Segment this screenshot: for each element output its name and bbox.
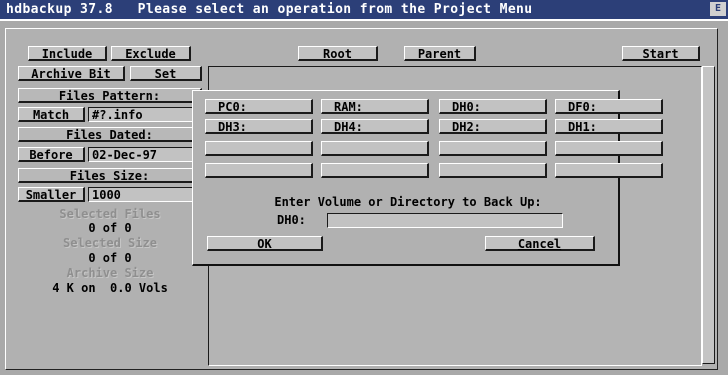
archive-bit-button[interactable]: Archive Bit: [18, 66, 125, 81]
cancel-button[interactable]: Cancel: [485, 236, 595, 251]
selected-files-value: 0 of 0: [88, 221, 132, 235]
set-button[interactable]: Set: [130, 66, 202, 81]
volume-button-empty[interactable]: [555, 163, 663, 178]
window-title: hdbackup 37.8 Please select an operation…: [6, 2, 533, 17]
volume-button-dh4[interactable]: DH4:: [321, 119, 429, 134]
volume-button-dh3[interactable]: DH3:: [205, 119, 313, 134]
dialog-prompt: Enter Volume or Directory to Back Up:: [274, 195, 542, 209]
volume-button-dh2[interactable]: DH2:: [439, 119, 547, 134]
volume-button-df0[interactable]: DF0:: [555, 99, 663, 114]
ok-button[interactable]: OK: [207, 236, 323, 251]
path-label: DH0:: [277, 213, 306, 227]
date-field[interactable]: 02-Dec-97: [88, 147, 202, 162]
scrollbar[interactable]: [702, 66, 715, 364]
parent-button[interactable]: Parent: [404, 46, 476, 61]
volume-button-empty[interactable]: [205, 163, 313, 178]
files-pattern-label: Files Pattern:: [18, 88, 202, 103]
volume-button-empty[interactable]: [321, 163, 429, 178]
size-field[interactable]: 1000: [88, 187, 202, 202]
before-button[interactable]: Before: [18, 147, 85, 162]
volume-button-pc0[interactable]: PC0:: [205, 99, 313, 114]
volume-button-ram[interactable]: RAM:: [321, 99, 429, 114]
selected-size-label: Selected Size: [63, 236, 157, 250]
volume-button-dh0[interactable]: DH0:: [439, 99, 547, 114]
volume-button-empty[interactable]: [205, 141, 313, 156]
files-dated-label: Files Dated:: [18, 127, 202, 142]
volume-dialog: PC0: RAM: DH0: DF0: DH3: DH4: DH2: DH1: Enter V…: [192, 90, 663, 266]
files-size-label: Files Size:: [18, 168, 202, 183]
start-button[interactable]: Start: [622, 46, 700, 61]
depth-gadget-icon[interactable]: E: [710, 2, 726, 16]
selected-files-label: Selected Files: [59, 207, 161, 221]
archive-size-label: Archive Size: [66, 266, 154, 280]
title-bar: hdbackup 37.8 Please select an operation…: [0, 0, 728, 21]
smaller-button[interactable]: Smaller: [18, 187, 85, 202]
pattern-field[interactable]: #?.info: [88, 107, 202, 122]
volume-button-empty[interactable]: [439, 141, 547, 156]
exclude-button[interactable]: Exclude: [111, 46, 191, 61]
volume-button-dh1[interactable]: DH1:: [555, 119, 663, 134]
volume-button-empty[interactable]: [555, 141, 663, 156]
match-button[interactable]: Match: [18, 107, 85, 122]
path-input[interactable]: [327, 213, 563, 228]
selected-size-value: 0 of 0: [88, 251, 132, 265]
archive-size-value: 4 K on 0.0 Vols: [52, 281, 168, 295]
volume-button-empty[interactable]: [321, 141, 429, 156]
root-button[interactable]: Root: [298, 46, 378, 61]
include-button[interactable]: Include: [28, 46, 107, 61]
volume-button-empty[interactable]: [439, 163, 547, 178]
